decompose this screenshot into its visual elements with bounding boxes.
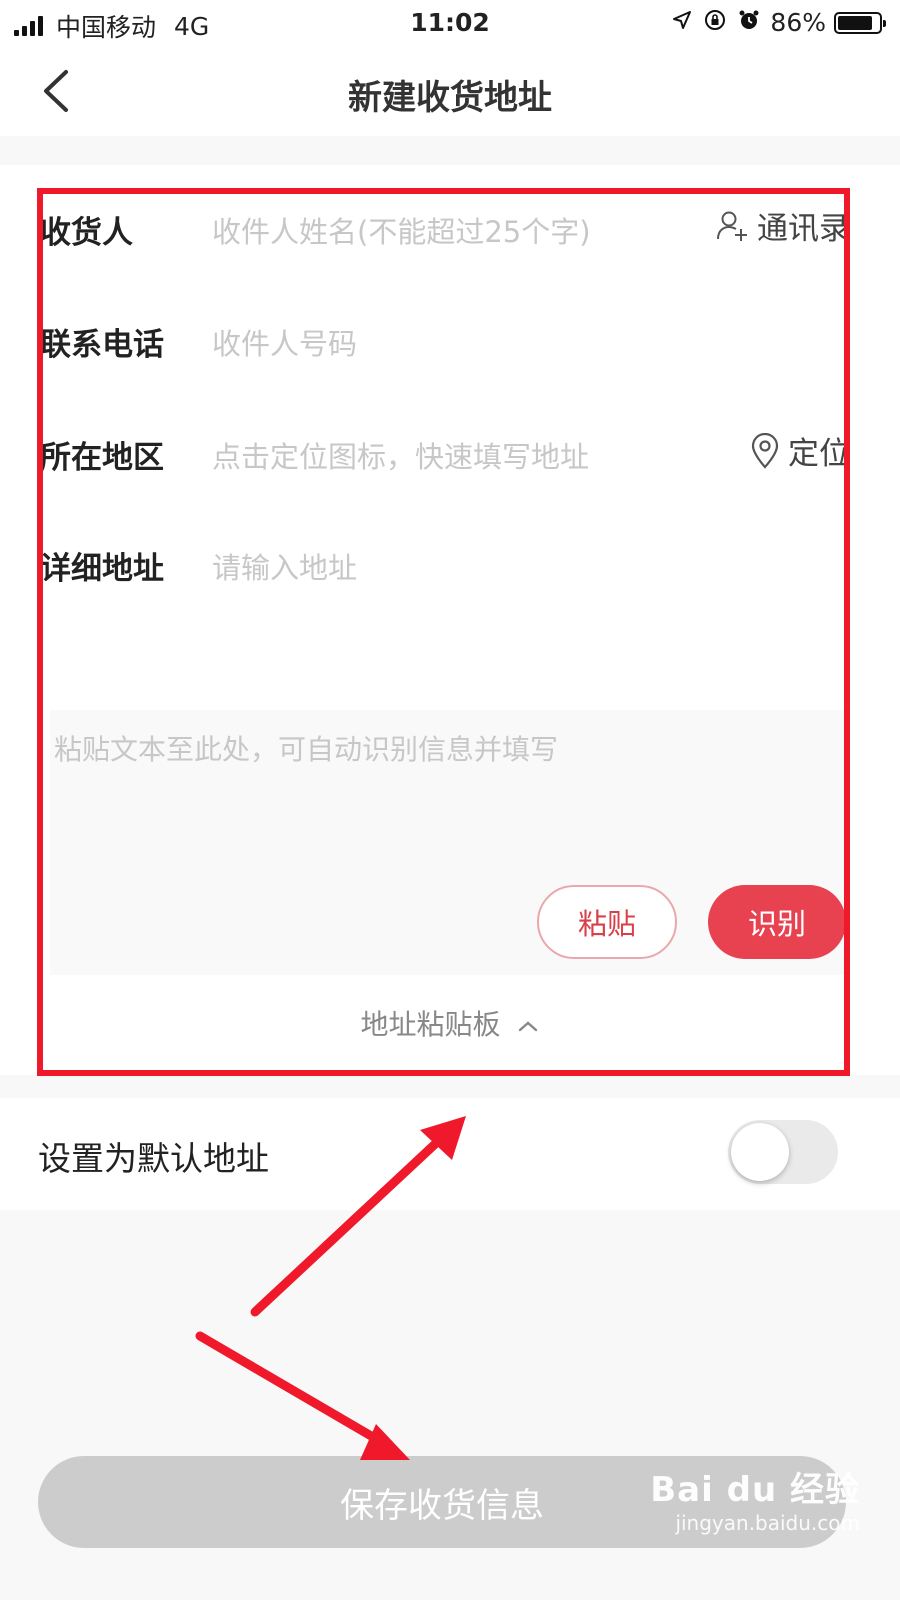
default-address-label: 设置为默认地址	[38, 1139, 269, 1178]
watermark-url: jingyan.baidu.com	[675, 1511, 860, 1535]
annotation-arrowhead-down	[360, 1424, 410, 1460]
nav-bar: 新建收货地址	[0, 46, 900, 136]
orientation-lock-icon	[704, 9, 726, 37]
page-title: 新建收货地址	[348, 78, 552, 118]
default-address-row: 设置为默认地址	[0, 1098, 900, 1210]
location-arrow-icon	[672, 10, 692, 36]
annotation-arrow-down	[195, 1331, 395, 1452]
status-bar: 中国移动 4G 11:02 86%	[0, 0, 900, 46]
battery-icon	[834, 11, 886, 34]
status-right: 86%	[660, 8, 886, 37]
annotation-highlight-box	[37, 188, 850, 1076]
baidu-watermark: Bai du 经验 jingyan.baidu.com	[650, 1462, 860, 1535]
battery-fill	[838, 15, 873, 30]
watermark-logo: Bai du 经验	[650, 1470, 860, 1510]
default-address-switch[interactable]	[728, 1120, 838, 1184]
battery-percent: 86%	[770, 8, 826, 37]
alarm-icon	[738, 9, 760, 37]
switch-knob	[731, 1123, 789, 1181]
